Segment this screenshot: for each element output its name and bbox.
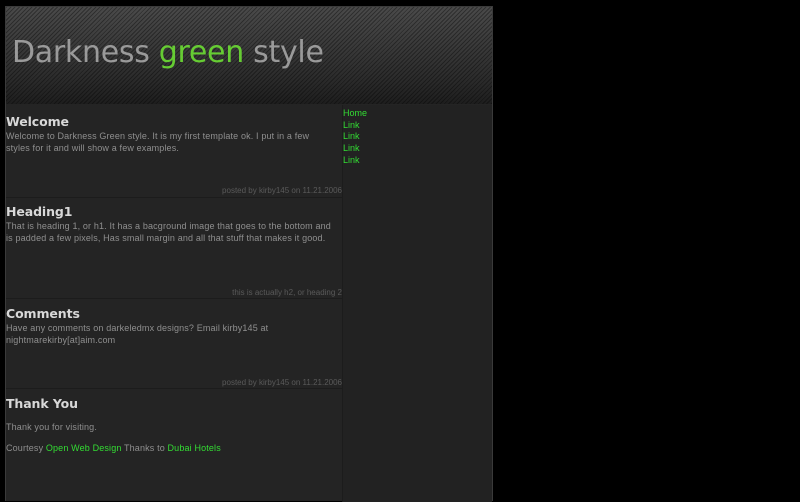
- post-divider: [6, 298, 342, 299]
- post-body: Have any comments on darkeledmx designs?…: [6, 323, 269, 346]
- nav-item-home: Home: [343, 105, 367, 118]
- post-heading1: Heading1 That is heading 1, or h1. It ha…: [6, 204, 342, 244]
- nav-item-link: Link: [343, 152, 367, 165]
- post-body: That is heading 1, or h1. It has a bacgr…: [6, 221, 331, 244]
- courtesy-label: Courtesy: [6, 443, 46, 454]
- site-title-accent: green: [158, 35, 244, 70]
- sidebar: Home Link Link Link Link: [343, 105, 492, 502]
- post-comments: Comments Have any comments on darkeledmx…: [6, 306, 342, 346]
- site-title: Darkness green style: [12, 35, 324, 70]
- post-heading: Comments: [6, 306, 80, 321]
- nav-item-link: Link: [343, 128, 367, 141]
- post-body: Welcome to Darkness Green style. It is m…: [6, 131, 310, 154]
- post-meta: this is actually h2, or heading 2: [232, 288, 342, 297]
- thank-you-section: Thank You Thank you for visiting. Courte…: [6, 396, 342, 454]
- thanks-label: Thanks to: [121, 443, 168, 454]
- main-content: Welcome Welcome to Darkness Green style.…: [6, 105, 343, 502]
- post-divider: [6, 197, 342, 198]
- nav-link[interactable]: Link: [343, 155, 360, 165]
- site-header: Darkness green style: [6, 7, 492, 104]
- dubai-hotels-link[interactable]: Dubai Hotels: [168, 443, 221, 453]
- thank-you-heading: Thank You: [6, 396, 78, 411]
- page-container: Darkness green style Welcome Welcome to …: [5, 6, 493, 502]
- post-heading: Welcome: [6, 114, 69, 129]
- thank-you-text: Thank you for visiting.: [6, 422, 97, 432]
- credits-line: Courtesy Open Web Design Thanks to Dubai…: [6, 442, 342, 454]
- nav-item-link: Link: [343, 140, 367, 153]
- post-welcome: Welcome Welcome to Darkness Green style.…: [6, 114, 342, 154]
- post-meta: posted by kirby145 on 11.21.2006: [222, 186, 342, 195]
- open-web-design-link[interactable]: Open Web Design: [46, 443, 122, 453]
- nav-item-link: Link: [343, 117, 367, 130]
- post-heading: Heading1: [6, 204, 73, 219]
- site-title-part1: Darkness: [12, 35, 159, 70]
- post-divider: [6, 388, 342, 389]
- post-meta: posted by kirby145 on 11.21.2006: [222, 378, 342, 387]
- sidebar-nav: Home Link Link Link Link: [343, 105, 367, 165]
- site-title-part2: style: [243, 35, 324, 70]
